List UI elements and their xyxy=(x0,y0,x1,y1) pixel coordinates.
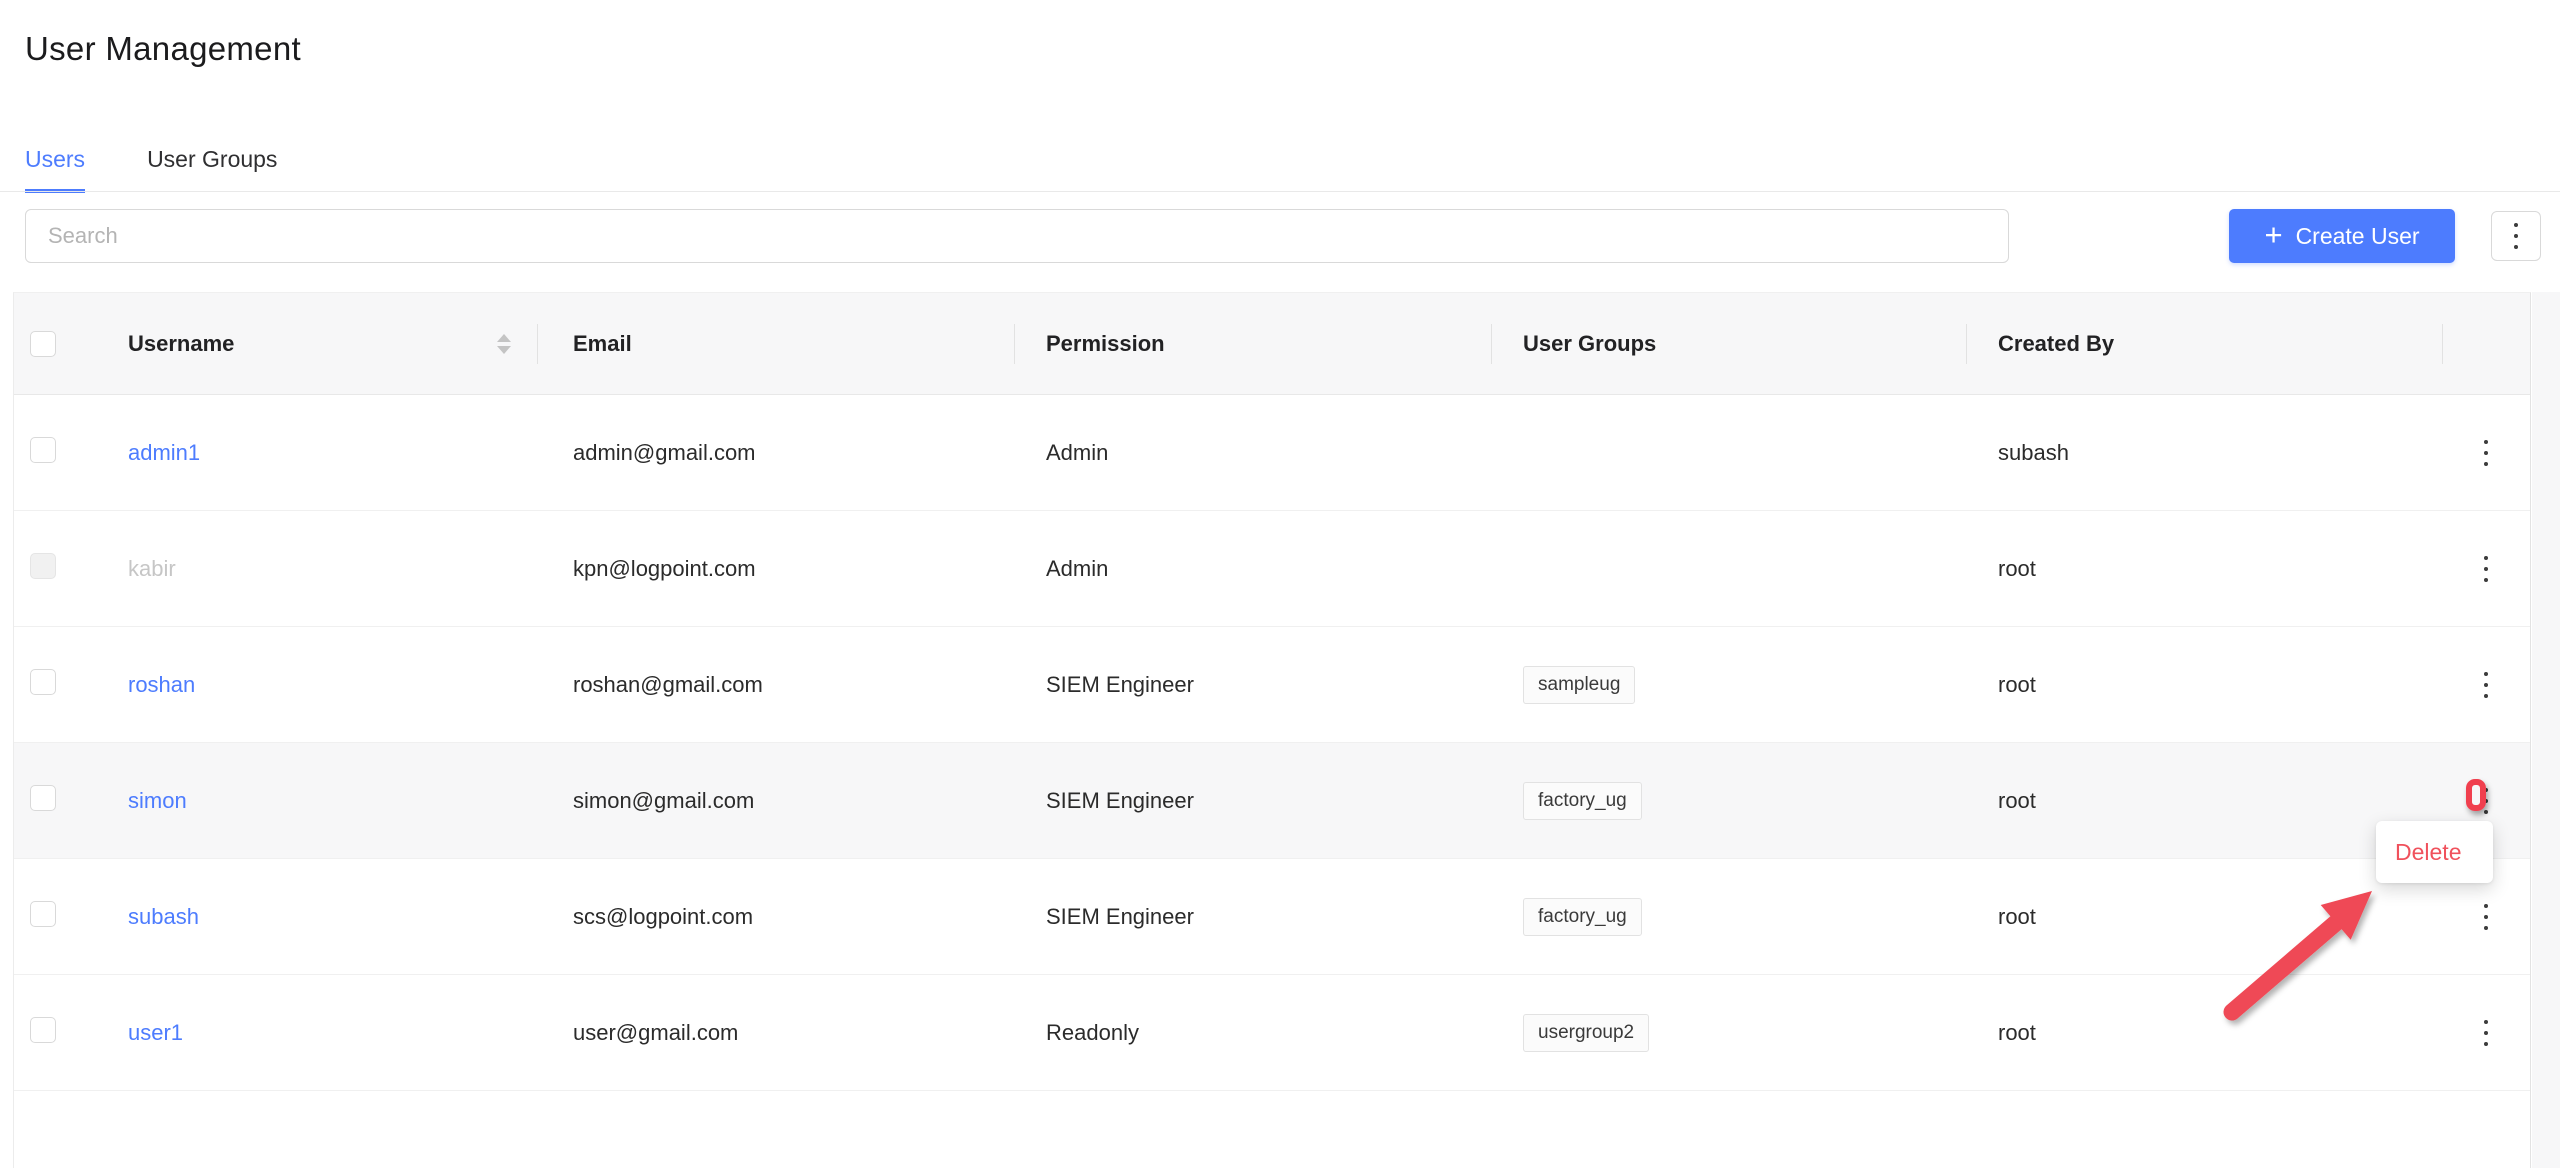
actions-cell xyxy=(2442,1014,2530,1052)
created-by-cell: root xyxy=(1966,788,2442,814)
toolbar-kebab-button[interactable] xyxy=(2491,211,2541,261)
row-actions-kebab-icon[interactable] xyxy=(2478,434,2494,472)
row-actions-kebab-icon[interactable] xyxy=(2478,898,2494,936)
table-row-user1: user1 user@gmail.com Readonly usergroup2… xyxy=(14,975,2530,1091)
table-right-gutter xyxy=(2532,292,2560,1168)
kebab-icon xyxy=(2508,217,2524,255)
email-cell: user@gmail.com xyxy=(537,1020,1014,1046)
plus-icon: + xyxy=(2264,219,2282,250)
permission-cell: SIEM Engineer xyxy=(1014,904,1491,930)
search-input[interactable] xyxy=(25,209,2009,263)
column-header-permission: Permission xyxy=(1014,293,1491,394)
row-actions-kebab-icon[interactable] xyxy=(2478,550,2494,588)
username-link[interactable]: subash xyxy=(128,904,199,929)
username-link: kabir xyxy=(128,556,176,581)
user-group-badge: sampleug xyxy=(1523,666,1635,704)
column-header-actions xyxy=(2442,293,2530,394)
row-checkbox[interactable] xyxy=(30,901,56,927)
checkbox-cell xyxy=(14,785,113,817)
select-all-checkbox[interactable] xyxy=(30,331,56,357)
checkbox-cell xyxy=(14,901,113,933)
user-groups-cell: sampleug xyxy=(1491,666,1966,704)
email-cell: simon@gmail.com xyxy=(537,788,1014,814)
table-row-admin1: admin1 admin@gmail.com Admin subash xyxy=(14,395,2530,511)
row-actions-kebab-icon[interactable] xyxy=(2478,666,2494,704)
created-by-cell: root xyxy=(1966,904,2442,930)
tab-users[interactable]: Users xyxy=(25,146,85,193)
tabs-divider xyxy=(0,191,2560,192)
delete-menu-item[interactable]: Delete xyxy=(2395,839,2461,866)
create-user-button[interactable]: + Create User xyxy=(2229,209,2455,263)
checkbox-cell xyxy=(14,1017,113,1049)
column-header-user-groups: User Groups xyxy=(1491,293,1966,394)
created-by-cell: root xyxy=(1966,672,2442,698)
permission-cell: SIEM Engineer xyxy=(1014,788,1491,814)
table-row-kabir: kabir kpn@logpoint.com Admin root xyxy=(14,511,2530,627)
user-groups-cell: factory_ug xyxy=(1491,898,1966,936)
tab-user-groups[interactable]: User Groups xyxy=(147,146,277,193)
user-groups-cell: usergroup2 xyxy=(1491,1014,1966,1052)
username-link[interactable]: admin1 xyxy=(128,440,200,465)
column-header-created-by: Created By xyxy=(1966,293,2442,394)
permission-cell: Readonly xyxy=(1014,1020,1491,1046)
username-cell: roshan xyxy=(113,672,537,698)
username-cell: simon xyxy=(113,788,537,814)
table-row-subash: subash scs@logpoint.com SIEM Engineer fa… xyxy=(14,859,2530,975)
username-link[interactable]: simon xyxy=(128,788,187,813)
email-cell: scs@logpoint.com xyxy=(537,904,1014,930)
sort-icon[interactable] xyxy=(497,334,511,354)
permission-cell: Admin xyxy=(1014,440,1491,466)
table-row-roshan: roshan roshan@gmail.com SIEM Engineer sa… xyxy=(14,627,2530,743)
create-user-label: Create User xyxy=(2296,223,2420,250)
email-cell: kpn@logpoint.com xyxy=(537,556,1014,582)
column-header-username: Username xyxy=(113,293,537,394)
actions-cell xyxy=(2442,666,2530,704)
username-link[interactable]: user1 xyxy=(128,1020,183,1045)
username-cell: kabir xyxy=(113,556,537,582)
permission-cell: SIEM Engineer xyxy=(1014,672,1491,698)
created-by-cell: root xyxy=(1966,556,2442,582)
email-cell: roshan@gmail.com xyxy=(537,672,1014,698)
row-actions-kebab-icon[interactable] xyxy=(2478,782,2494,820)
checkbox-cell xyxy=(14,669,113,701)
header-checkbox-cell xyxy=(14,293,113,394)
username-link[interactable]: roshan xyxy=(128,672,195,697)
column-header-username-label: Username xyxy=(128,331,234,357)
row-checkbox[interactable] xyxy=(30,437,56,463)
row-checkbox[interactable] xyxy=(30,1017,56,1043)
page-title: User Management xyxy=(25,30,301,68)
row-actions-kebab-icon[interactable] xyxy=(2478,1014,2494,1052)
created-by-cell: root xyxy=(1966,1020,2442,1046)
table-header-row: Username Email Permission User Groups Cr… xyxy=(14,293,2530,395)
column-header-email: Email xyxy=(537,293,1014,394)
checkbox-cell xyxy=(14,553,113,585)
actions-cell xyxy=(2442,898,2530,936)
row-checkbox[interactable] xyxy=(30,785,56,811)
users-table: Username Email Permission User Groups Cr… xyxy=(13,292,2531,1168)
permission-cell: Admin xyxy=(1014,556,1491,582)
created-by-cell: subash xyxy=(1966,440,2442,466)
row-context-menu: Delete xyxy=(2376,821,2493,883)
username-cell: user1 xyxy=(113,1020,537,1046)
user-groups-cell: factory_ug xyxy=(1491,782,1966,820)
actions-cell xyxy=(2442,782,2530,820)
username-cell: admin1 xyxy=(113,440,537,466)
checkbox-cell xyxy=(14,437,113,469)
row-checkbox[interactable] xyxy=(30,669,56,695)
actions-cell xyxy=(2442,550,2530,588)
row-checkbox xyxy=(30,553,56,579)
actions-cell xyxy=(2442,434,2530,472)
user-group-badge: factory_ug xyxy=(1523,898,1642,936)
table-row-simon: simon simon@gmail.com SIEM Engineer fact… xyxy=(14,743,2530,859)
tab-bar: Users User Groups xyxy=(25,146,277,193)
user-group-badge: factory_ug xyxy=(1523,782,1642,820)
user-group-badge: usergroup2 xyxy=(1523,1014,1649,1052)
email-cell: admin@gmail.com xyxy=(537,440,1014,466)
username-cell: subash xyxy=(113,904,537,930)
